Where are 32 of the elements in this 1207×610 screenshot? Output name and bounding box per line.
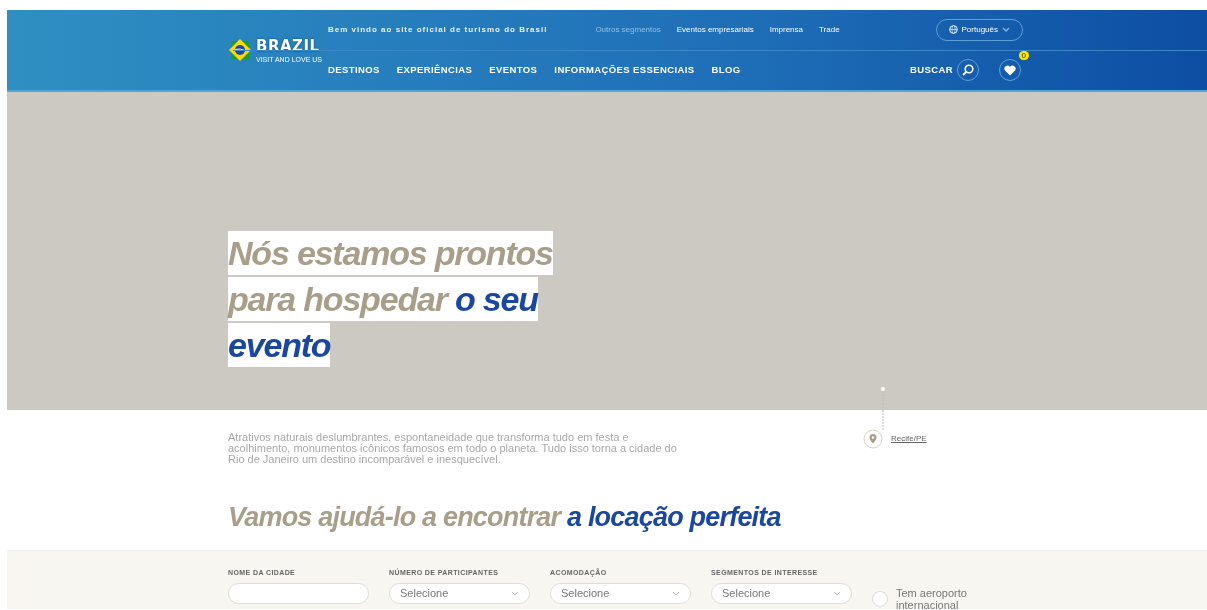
- top-link[interactable]: Trade: [819, 23, 840, 36]
- chevron-down-icon: [1002, 26, 1010, 33]
- favorites-count-badge: 0: [1018, 51, 1029, 61]
- welcome-text: Bem vindo ao site oficial de turismo do Brasil: [328, 23, 548, 36]
- globe-icon: [948, 25, 958, 35]
- nav-link[interactable]: INFORMAÇÕES ESSENCIAIS: [554, 63, 695, 78]
- nav-link[interactable]: DESTINOS: [328, 63, 380, 78]
- top-link[interactable]: Outros segmentos: [595, 23, 661, 36]
- heart-icon: [1004, 64, 1016, 76]
- search-label: BUSCAR: [909, 63, 953, 78]
- finder-title: Vamos ajudá-lo a encontrar a locação perfeita: [228, 501, 782, 534]
- pin-leader-line: [880, 386, 886, 412]
- search-icon: [962, 64, 974, 77]
- city-input-field[interactable]: [228, 582, 369, 604]
- select-dropdown[interactable]: Selecione: [550, 582, 691, 604]
- top-link[interactable]: Eventos empresariais: [676, 23, 754, 36]
- location-pin-icon: [863, 429, 883, 449]
- chevron-down-icon: [833, 590, 841, 596]
- intro-paragraph: Atrativos naturais deslumbrantes, espontaneidade que transforma tudo em festa e acolhimento, monumentos icônicos famosos em todo o planeta. Tudo isso torna a cidade do Rio de Janeiro um destino incomparável e inesquecível.: [228, 432, 678, 465]
- chevron-down-icon: [672, 590, 680, 596]
- nav-link[interactable]: EXPERIÊNCIAS: [396, 63, 473, 78]
- top-link[interactable]: Imprensa: [769, 23, 804, 36]
- checkbox[interactable]: [872, 591, 888, 607]
- nav-link[interactable]: EVENTOS: [489, 63, 538, 78]
- chevron-down-icon: [511, 590, 519, 596]
- checkbox-label: Tem aeroporto internacional: [896, 587, 968, 610]
- location-link[interactable]: Recife/PE: [891, 433, 927, 445]
- select-dropdown[interactable]: Selecione: [389, 582, 530, 604]
- nav-link[interactable]: BLOG: [711, 63, 741, 78]
- leader-line: [880, 410, 886, 430]
- flag-logo-icon: [228, 38, 252, 62]
- select-dropdown[interactable]: Selecione: [711, 582, 852, 604]
